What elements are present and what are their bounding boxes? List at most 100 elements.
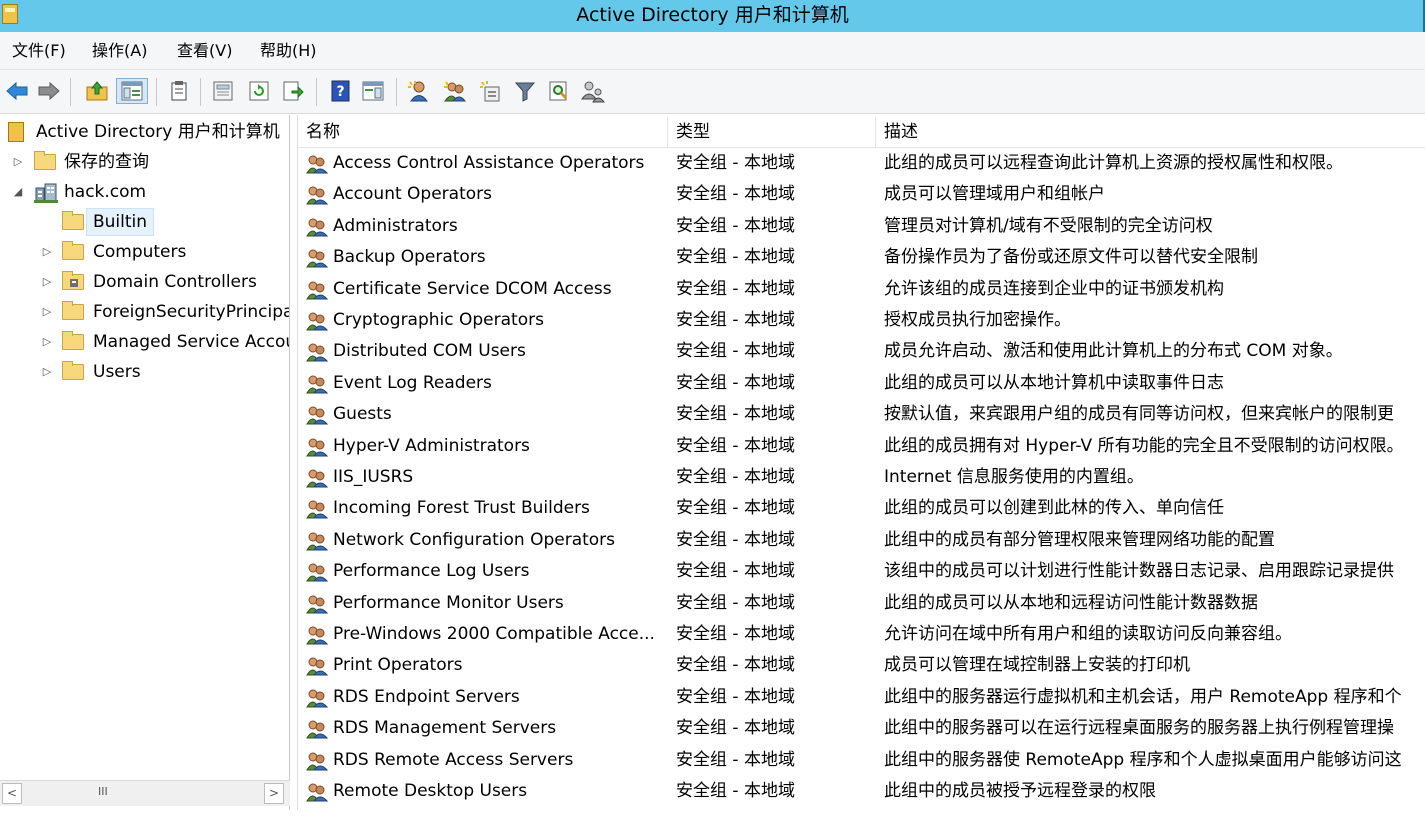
security-group-icon [306,782,329,802]
tree-root[interactable]: Active Directory 用户和计算机 [0,118,289,146]
refresh-icon[interactable] [246,78,272,104]
table-row[interactable]: Guests 安全组 - 本地域 按默认值，来宾跟用户组的成员有同等访问权，但来宾帐… [298,399,1425,430]
forward-icon[interactable] [36,78,62,104]
new-ou-icon[interactable] [478,78,504,104]
table-row[interactable]: Network Configuration Operators 安全组 - 本地域… [298,525,1425,556]
security-group-icon [306,625,329,645]
table-row[interactable]: Backup Operators 安全组 - 本地域 备份操作员为了备份或还原文件可… [298,242,1425,273]
tree-item-managed-service-accounts[interactable]: ▷ Managed Service Accounts [0,328,289,356]
table-row[interactable]: Remote Desktop Users 安全组 - 本地域 此组中的成员被授予远程… [298,776,1425,807]
cell-type: 安全组 - 本地域 [676,686,795,707]
cell-name: Performance Log Users [333,561,530,582]
new-user-icon[interactable] [406,78,432,104]
table-row[interactable]: IIS_IUSRS 安全组 - 本地域 Internet 信息服务使用的内置组。 [298,462,1425,493]
table-row[interactable]: Distributed COM Users 安全组 - 本地域 成员允许启动、激活和… [298,336,1425,367]
properties-icon[interactable] [210,78,236,104]
title-bar: Active Directory 用户和计算机 [0,0,1425,32]
table-row[interactable]: Certificate Service DCOM Access 安全组 - 本地域… [298,274,1425,305]
help-icon[interactable]: ? [328,78,354,104]
table-row[interactable]: RDS Management Servers 安全组 - 本地域 此组中的服务器可以… [298,713,1425,744]
expand-arrow-icon[interactable]: ▷ [40,268,54,296]
table-row[interactable]: Event Log Readers 安全组 - 本地域 此组的成员可以从本地计算机中… [298,368,1425,399]
menu-help[interactable]: 帮助(H) [256,32,321,70]
cell-description: 按默认值，来宾跟用户组的成员有同等访问权，但来宾帐户的限制更 [884,404,1394,425]
find-icon[interactable] [546,78,572,104]
folder-icon [62,211,84,230]
folder-icon [62,301,84,320]
table-row[interactable]: Hyper-V Administrators 安全组 - 本地域 此组的成员拥有对 … [298,431,1425,462]
security-group-icon [306,594,329,614]
table-row[interactable]: Pre-Windows 2000 Compatible Acce... 安全组 -… [298,619,1425,650]
folder-icon [62,331,84,350]
collapse-arrow-icon[interactable]: ◢ [11,178,25,206]
filter-icon[interactable] [512,78,538,104]
security-group-icon [306,154,329,174]
expand-arrow-icon[interactable]: ▷ [40,298,54,326]
tree-item-foreign-security-principals[interactable]: ▷ ForeignSecurityPrincipals [0,298,289,326]
table-row[interactable]: Access Control Assistance Operators 安全组 -… [298,148,1425,179]
expand-arrow-icon[interactable]: ▷ [40,328,54,356]
cell-description: 该组中的成员可以计划进行性能计数器日志记录、启用跟踪记录提供 [884,561,1394,582]
copy-icon[interactable] [166,78,192,104]
table-row[interactable]: Incoming Forest Trust Builders 安全组 - 本地域 此… [298,493,1425,524]
domain-icon [34,182,58,203]
add-to-group-icon[interactable] [580,78,606,104]
expand-arrow-icon[interactable]: ▷ [11,148,25,176]
tree-item-domain-controllers[interactable]: ▷ Domain Controllers [0,268,289,296]
security-group-icon [306,185,329,205]
cell-name: Account Operators [333,184,492,205]
cell-name: Print Operators [333,655,463,676]
security-group-icon [306,374,329,394]
table-row[interactable]: Performance Monitor Users 安全组 - 本地域 此组的成员可… [298,588,1425,619]
window-title: Active Directory 用户和计算机 [576,4,849,26]
cell-type: 安全组 - 本地域 [676,341,795,362]
show-action-pane-icon[interactable] [360,78,386,104]
show-hide-tree-icon[interactable] [116,78,148,104]
scroll-right-button[interactable]: > [264,783,284,804]
back-icon[interactable] [4,78,30,104]
cell-name: RDS Management Servers [333,718,557,739]
column-header-type[interactable]: 类型 [668,117,876,148]
table-row[interactable]: Administrators 安全组 - 本地域 管理员对计算机/域有不受限制的完全… [298,211,1425,242]
cell-name: Incoming Forest Trust Builders [333,498,590,519]
table-row[interactable]: Account Operators 安全组 - 本地域 成员可以管理域用户和组帐户 [298,179,1425,210]
cell-type: 安全组 - 本地域 [676,215,795,236]
cell-type: 安全组 - 本地域 [676,372,795,393]
cell-description: 允许访问在域中所有用户和组的读取访问反向兼容组。 [884,624,1292,644]
cell-type: 安全组 - 本地域 [676,592,795,613]
cell-type: 安全组 - 本地域 [676,624,795,644]
tree-horizontal-scrollbar[interactable]: < III > [0,780,290,806]
security-group-icon [306,437,329,457]
cell-description: 成员可以管理在域控制器上安装的打印机 [884,655,1190,676]
new-group-icon[interactable] [442,78,468,104]
tree-item-saved-queries[interactable]: ▷ 保存的查询 [0,148,289,176]
export-list-icon[interactable] [280,78,306,104]
column-header-name[interactable]: 名称 [298,117,668,148]
menu-action[interactable]: 操作(A) [88,32,151,70]
cell-description: 此组中的服务器可以在运行远程桌面服务的服务器上执行例程管理操 [884,718,1394,739]
security-group-icon [306,531,329,551]
security-group-icon [306,499,329,519]
table-row[interactable]: Performance Log Users 安全组 - 本地域 该组中的成员可以计划… [298,556,1425,587]
cell-name: Distributed COM Users [333,341,526,362]
menu-view[interactable]: 查看(V) [173,32,236,70]
table-row[interactable]: RDS Endpoint Servers 安全组 - 本地域 此组中的服务器运行虚拟… [298,682,1425,713]
scroll-left-button[interactable]: < [2,783,22,804]
table-row[interactable]: Cryptographic Operators 安全组 - 本地域 授权成员执行加密… [298,305,1425,336]
ad-console-icon [8,122,24,142]
up-folder-icon[interactable] [84,78,110,104]
cell-type: 安全组 - 本地域 [676,467,795,487]
expand-arrow-icon[interactable]: ▷ [40,358,54,386]
cell-name: Administrators [333,215,458,236]
menu-file[interactable]: 文件(F) [8,32,70,70]
scroll-thumb-grip[interactable]: III [98,785,108,798]
tree-item-domain[interactable]: ◢ hack.com [0,178,289,206]
table-row[interactable]: Print Operators 安全组 - 本地域 成员可以管理在域控制器上安装的打… [298,650,1425,681]
cell-description: 允许该组的成员连接到企业中的证书颁发机构 [884,278,1224,299]
tree-item-computers[interactable]: ▷ Computers [0,238,289,266]
table-row[interactable]: RDS Remote Access Servers 安全组 - 本地域 此组中的服务… [298,745,1425,776]
expand-arrow-icon[interactable]: ▷ [40,238,54,266]
column-header-description[interactable]: 描述 [876,117,1425,148]
tree-item-users[interactable]: ▷ Users [0,358,289,386]
tree-item-builtin[interactable]: Builtin [0,208,289,236]
